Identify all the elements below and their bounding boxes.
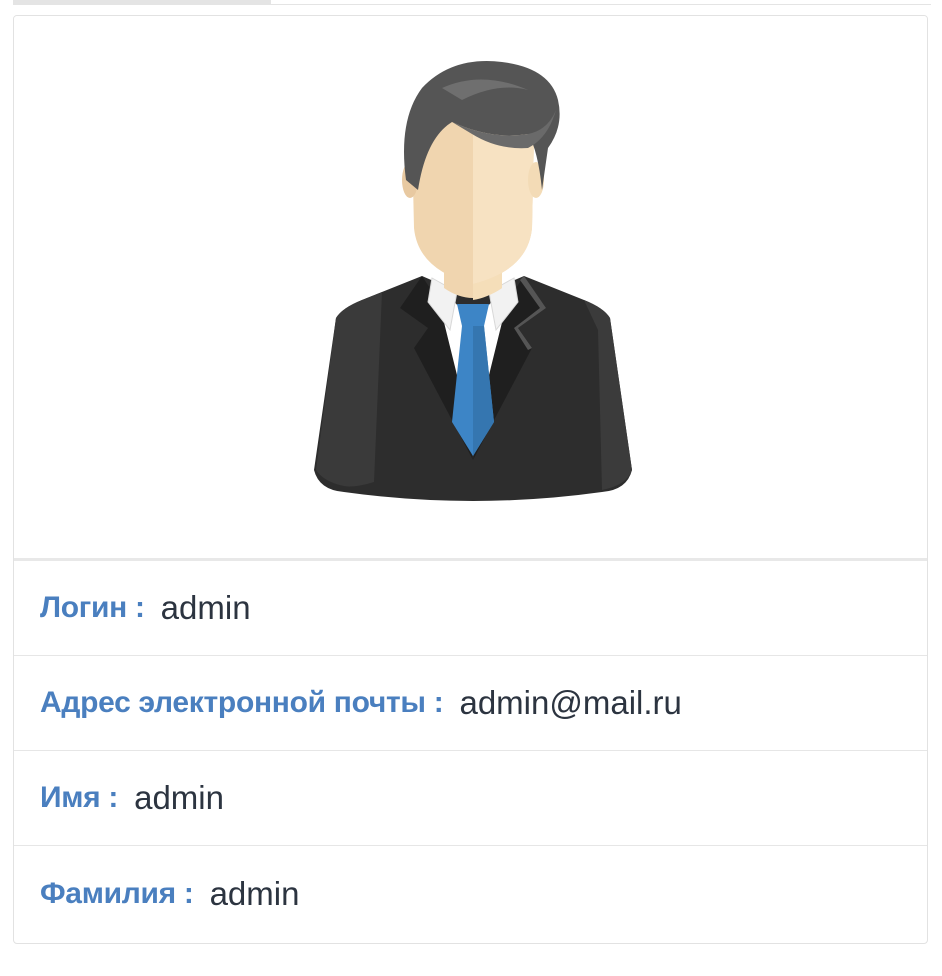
- user-avatar-icon: [314, 61, 632, 501]
- profile-row-last-name: Фамилия : admin: [14, 846, 927, 941]
- profile-row-login: Логин : admin: [14, 561, 927, 656]
- profile-row-first-name: Имя : admin: [14, 751, 927, 846]
- login-label: Логин :: [40, 591, 145, 624]
- first-name-value: admin: [134, 779, 224, 816]
- active-tab-indicator[interactable]: [13, 0, 271, 5]
- avatar-container: [14, 16, 927, 558]
- profile-card: Логин : admin Адрес электронной почты : …: [13, 15, 928, 944]
- login-value: admin: [160, 589, 251, 626]
- last-name-value: admin: [209, 874, 300, 912]
- profile-info-list: Логин : admin Адрес электронной почты : …: [14, 561, 927, 941]
- first-name-label: Имя :: [40, 781, 119, 814]
- last-name-label: Фамилия :: [40, 876, 194, 910]
- tab-strip-divider: [271, 4, 931, 5]
- profile-row-email: Адрес электронной почты : admin@mail.ru: [14, 656, 927, 751]
- email-value: admin@mail.ru: [459, 684, 682, 721]
- email-label: Адрес электронной почты :: [40, 686, 444, 719]
- top-tab-strip: [0, 0, 942, 6]
